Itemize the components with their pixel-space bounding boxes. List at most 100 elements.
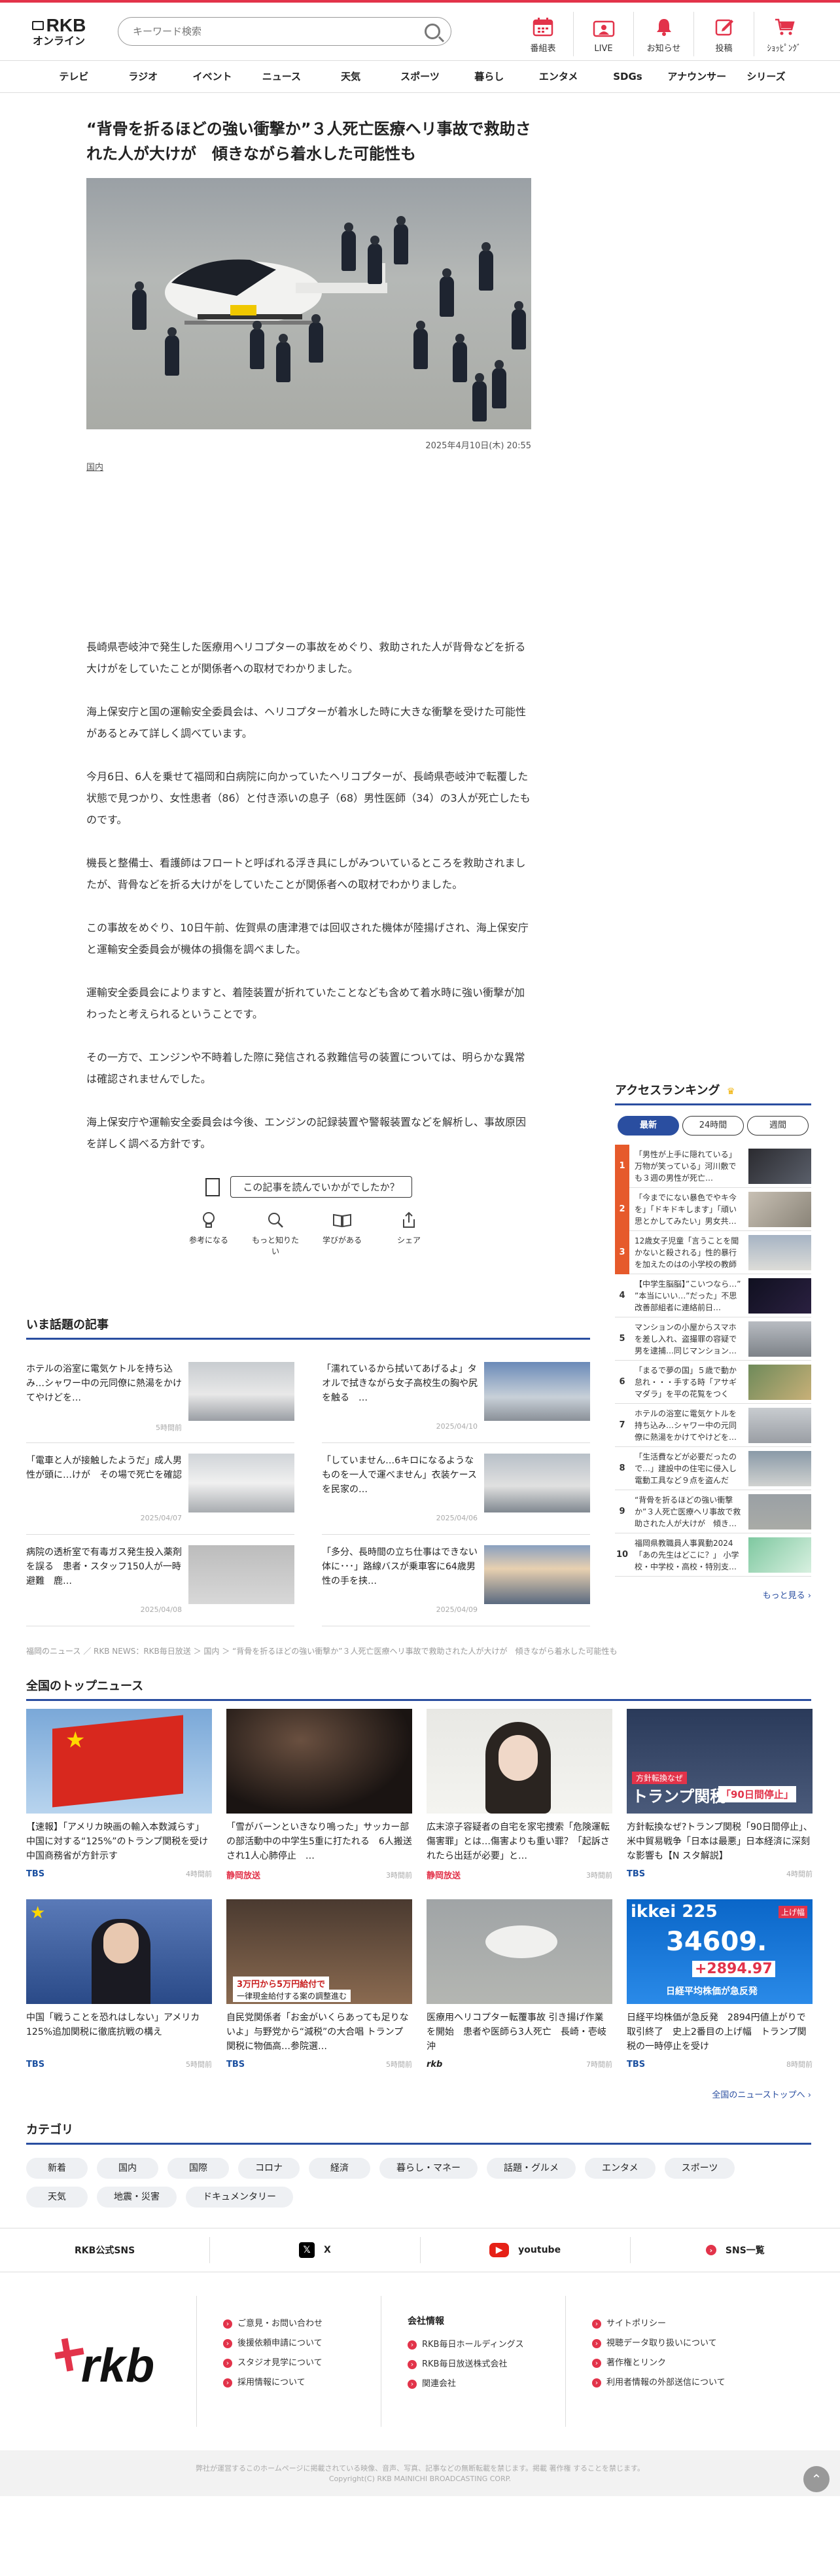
footer-link[interactable]: スタジオ見学について [223, 2353, 381, 2373]
ranking-item[interactable]: 9 “背骨を折るほどの強い衝撃か”３人死亡医療ヘリ事故で救助された人が大けが 傾き… [615, 1490, 811, 1533]
sns-x-label: X [323, 2245, 331, 2255]
ranking-more-link[interactable]: もっと見る › [615, 1588, 811, 1601]
national-card[interactable]: 医療用ヘリコプター転覆事故 引き揚げ作業を開始 患者や医師ら3人死亡 長崎・壱岐… [427, 1899, 612, 2069]
article-hero-image [86, 178, 531, 429]
category-domestic[interactable]: 国内 [97, 2158, 158, 2179]
ranking-item[interactable]: 1 「男性が上手に隠れている」万物が笑っている」河川敷でも３週の男性が死亡… [615, 1144, 811, 1188]
ranking-tab-latest[interactable]: 最新 [618, 1116, 679, 1136]
national-card[interactable]: 3万円から5万円給付で 一律現金給付する案の調整進む 自民党関係者「お金がいくら… [226, 1899, 412, 2069]
footer-link[interactable]: RKB毎日放送株式会社 [408, 2355, 565, 2374]
nav-item-weather[interactable]: 天気 [316, 61, 385, 92]
magnifier-icon [249, 1209, 302, 1230]
category-new[interactable]: 新着 [26, 2158, 88, 2179]
document-icon [205, 1177, 220, 1196]
header-item-notice[interactable]: お知らせ [633, 12, 693, 56]
nav-item-announcer[interactable]: アナウンサー [662, 61, 731, 92]
popular-card[interactable]: ホテルの浴室に電気ケトルを持ち込み…シャワー中の元同僚に熱湯をかけてやけどを… 5… [26, 1351, 294, 1443]
footer-link[interactable]: 後援依頼申請について [223, 2334, 381, 2353]
ranking-item[interactable]: 10 福岡県教職員人事異動2024「あの先生はどこに？」 小学校・中学校・高校・特… [615, 1533, 811, 1577]
ad-space [86, 473, 531, 636]
ranking-item[interactable]: 6 「まるで夢の国」５歳で動か怠れ・・・手する時「アサギマダラ」を平の花覧をつくっ… [615, 1361, 811, 1404]
footer-link[interactable]: ご意見・お問い合わせ [223, 2314, 381, 2334]
nav-item-series[interactable]: シリーズ [731, 61, 801, 92]
sns-x-link[interactable]: 𝕏 X [209, 2237, 419, 2263]
footer-link[interactable]: 利用者情報の外部送信について [592, 2373, 750, 2393]
ranking-tab-24h[interactable]: 24時間 [682, 1116, 744, 1136]
ranking-item[interactable]: 7 ホテルの浴室に電気ケトルを持ち込み…シャワー中の元同僚に熱湯をかけてやけどを… [615, 1404, 811, 1447]
popular-card[interactable]: 「濡れているから拭いてあげるよ」タオルで拭きながら女子高校生の胸や尻を触る … 2… [322, 1351, 590, 1443]
search-input[interactable] [133, 26, 425, 37]
nav-item-radio[interactable]: ラジオ [109, 61, 178, 92]
feedback-more-button[interactable]: もっと知りたい [249, 1209, 302, 1257]
category-economy[interactable]: 経済 [309, 2158, 370, 2179]
popular-card[interactable]: 「多分、長時間の立ち仕事はできない体に･･･」路線バスが乗車客に64歳男性の手を… [322, 1535, 590, 1626]
nav-item-sdgs[interactable]: SDGs [593, 61, 663, 92]
category-topics-gourmet[interactable]: 話題・グルメ [487, 2158, 576, 2179]
category-sports[interactable]: スポーツ [664, 2158, 735, 2179]
nav-item-life[interactable]: 暮らし [455, 61, 524, 92]
ranking-item[interactable]: 8 「生活費などが必要だったので…」建設中の住宅に侵入し電動工具など９点を盗んだ疑… [615, 1447, 811, 1490]
national-card[interactable]: ★ 中国「戦うことを恐れはしない」アメリカ125%追加関税に徹底抗戦の構え TB… [26, 1899, 212, 2069]
category-disaster[interactable]: 地震・災害 [97, 2187, 177, 2208]
nav-item-news[interactable]: ニュース [247, 61, 316, 92]
feedback-share-button[interactable]: シェア [383, 1209, 435, 1257]
category-international[interactable]: 国際 [167, 2158, 229, 2179]
footer-link[interactable]: 著作権とリンク [592, 2353, 750, 2373]
ranking-tab-weekly[interactable]: 週間 [747, 1116, 809, 1136]
rank-title: 福岡県教職員人事異動2024「あの先生はどこに？」 小学校・中学校・高校・特別支… [635, 1538, 739, 1571]
star-icon: ★ [65, 1727, 86, 1753]
ranking-item[interactable]: 3 12歳女子児童「言うことを聞かないと殺される」性的暴行を加えたのはの小学校の教… [615, 1230, 811, 1274]
category-weather[interactable]: 天気 [26, 2187, 88, 2208]
ranking-item[interactable]: 4 【中学生脳脳】”こいつなら…” ”本当にいい…”だった」不思改善部組者に連絡前… [615, 1274, 811, 1317]
national-card[interactable]: ★ 【速報】「アメリカ映画の輸入本数減らす」中国に対する“125%”のトランプ関… [26, 1709, 212, 1881]
header-item-post[interactable]: 投稿 [693, 12, 754, 56]
sns-label: RKB公式SNS [75, 2245, 135, 2256]
category-life-money[interactable]: 暮らし・マネー [379, 2158, 478, 2179]
national-card[interactable]: 方針転換なぜ トランプ関税 「90日間停止」 方針転換なぜ?トランプ関税「90日… [627, 1709, 813, 1881]
category-documentary[interactable]: ドキュメンタリー [186, 2187, 293, 2208]
header-item-live[interactable]: LIVE [573, 12, 633, 56]
article-title: “背骨を折るほどの強い衝撃か”３人死亡医療ヘリ事故で救助された人が大けが 傾きな… [86, 120, 531, 163]
ranking-item[interactable]: 2 「今までにない暴色でやキ今を」「ドキドキします」「頑い思とかしてみたい」男女共… [615, 1187, 811, 1231]
header-item-schedule[interactable]: 番組表 [513, 12, 573, 56]
feedback-label: シェア [396, 1235, 421, 1245]
search-icon[interactable] [425, 24, 440, 39]
article-paragraph: この事故をめぐり、10日午前、佐賀県の唐津港では回収された機体が陸揚げされ、海上… [86, 921, 529, 956]
rank-number: 7 [619, 1420, 625, 1430]
nav-item-entertainment[interactable]: エンタメ [524, 61, 593, 92]
sns-list-link[interactable]: › SNS一覧 [629, 2237, 840, 2263]
national-title: 「雪がバーンといきなり鳴った」サッカー部の部活動中の中学生5重に打たれる 6人搬… [226, 1822, 412, 1861]
ranking-item[interactable]: 5 マンションの小屋からスマホを差し入れ、盗撮罪の容疑で男を逮捕…同じマンション… [615, 1317, 811, 1361]
rank-number: 3 [615, 1230, 629, 1274]
lightbulb-icon [183, 1209, 235, 1230]
national-card[interactable]: 「雪がバーンといきなり鳴った」サッカー部の部活動中の中学生5重に打たれる 6人搬… [226, 1709, 412, 1881]
footer-link[interactable]: サイトポリシー [592, 2314, 750, 2334]
footer-logo[interactable]: rkb [26, 2296, 196, 2427]
national-card[interactable]: ikkei 225 上げ幅 34609. +2894.97 日経平均株価が急反発… [627, 1899, 813, 2069]
feedback-helpful-button[interactable]: 参考になる [183, 1209, 235, 1257]
back-to-top-button[interactable]: ⌃ [803, 2466, 830, 2492]
nav-item-sports[interactable]: スポーツ [385, 61, 455, 92]
portrait-face [499, 1735, 538, 1781]
feedback-learn-button[interactable]: 学びがある [316, 1209, 368, 1257]
footer-link[interactable]: 採用情報について [223, 2373, 381, 2393]
article-category-link[interactable]: 国内 [86, 460, 531, 473]
site-logo[interactable]: RKB オンライン [26, 12, 92, 51]
category-entertainment[interactable]: エンタメ [585, 2158, 656, 2179]
sns-youtube-link[interactable]: ▶ youtube [419, 2237, 630, 2263]
footer-link[interactable]: 視聴データ取り扱いについて [592, 2334, 750, 2353]
popular-card[interactable]: 病院の透析室で有毒ガス発生投入薬剤を誤る 患者・スタッフ150人が一時避難 鹿…… [26, 1535, 294, 1626]
popular-card[interactable]: 「していません…6キロになるようなものを一人で運べません」衣装ケースを民家の… 2… [322, 1443, 590, 1535]
breadcrumb[interactable]: 福岡のニュース ／ RKB NEWS：RKB毎日放送 ＞ 国内 ＞ “背骨を折る… [26, 1645, 617, 1656]
rank-number: 1 [615, 1144, 629, 1188]
national-card[interactable]: 広末涼子容疑者の自宅を家宅捜索「危険運転傷害罪」とは…傷害よりも重い罪？「起訴さ… [427, 1709, 612, 1881]
footer-link[interactable]: 関連会社 [408, 2374, 565, 2394]
national-more-link[interactable]: 全国のニューストップへ › [26, 2088, 811, 2100]
helicopter-illustration [485, 1925, 557, 1958]
nav-item-tv[interactable]: テレビ [39, 61, 109, 92]
category-corona[interactable]: コロナ [238, 2158, 300, 2179]
popular-card[interactable]: 「電車と人が接触したようだ」成人男性が頭に…けが その場で死亡を確認 2025/0… [26, 1443, 294, 1535]
footer-link[interactable]: RKB毎日ホールディングス [408, 2335, 565, 2355]
header-item-shopping[interactable]: ｼｮｯﾋﾟﾝｸﾞ [754, 12, 814, 56]
nav-item-event[interactable]: イベント [178, 61, 247, 92]
